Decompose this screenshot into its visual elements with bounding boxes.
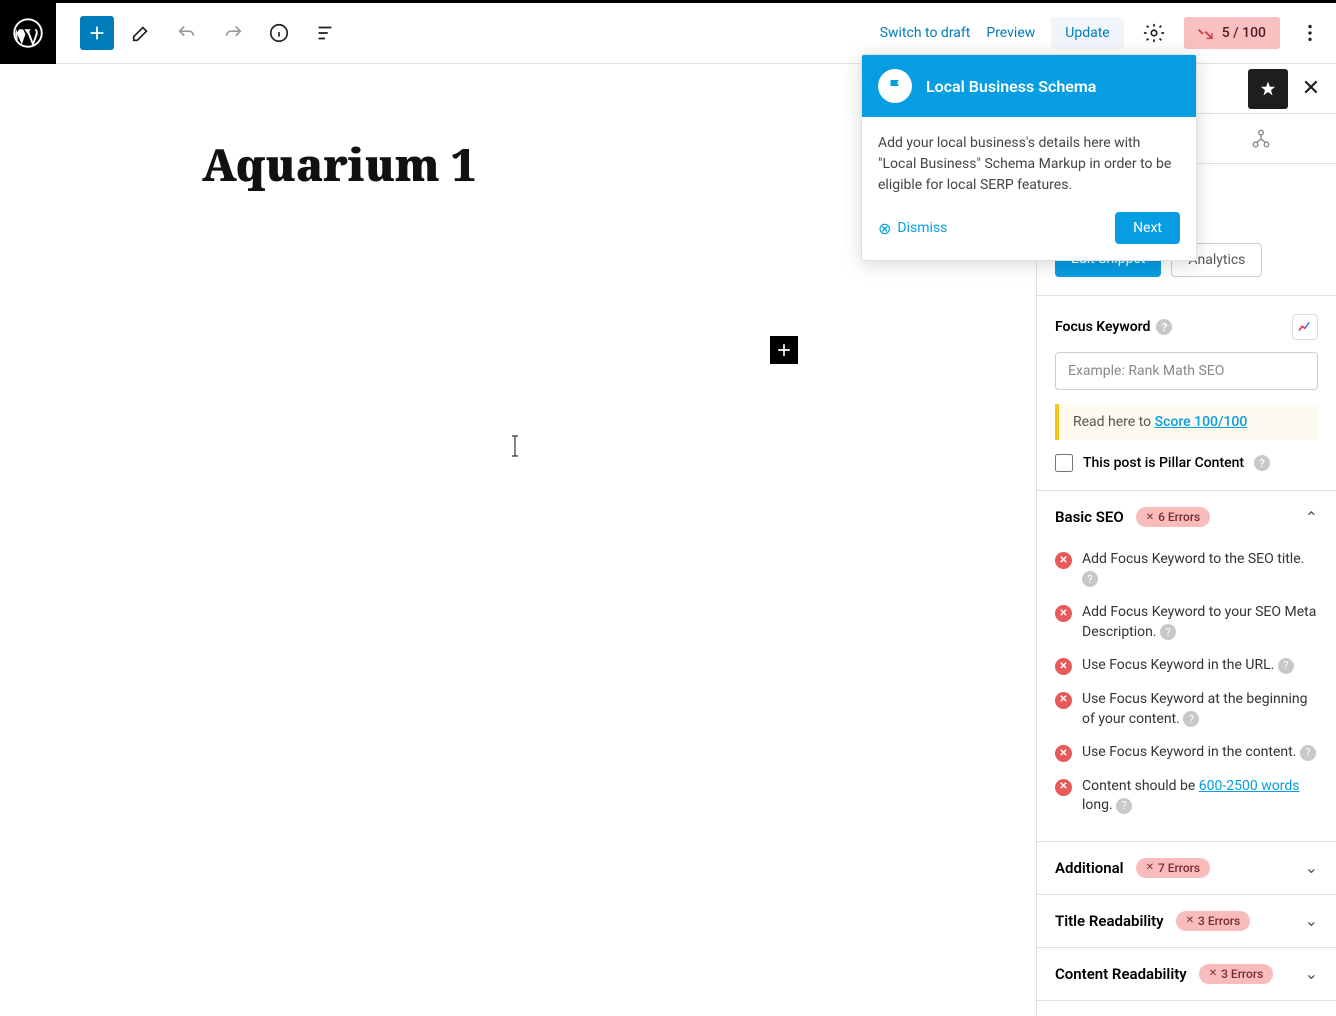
- pencil-icon: [130, 22, 152, 44]
- basic-seo-header[interactable]: Basic SEO 6 Errors ⌃: [1037, 491, 1336, 543]
- schema-popover: Local Business Schema Add your local bus…: [861, 54, 1197, 261]
- fail-icon: [1055, 779, 1072, 796]
- seo-check-item: Use Focus Keyword at the beginning of yo…: [1055, 683, 1318, 736]
- fail-icon: [1055, 745, 1072, 762]
- popover-footer: Dismiss Next: [862, 212, 1196, 260]
- pillar-checkbox[interactable]: [1055, 454, 1073, 472]
- rankmath-tab[interactable]: [1248, 69, 1288, 109]
- info-icon: [268, 22, 290, 44]
- error-badge: 3 Errors: [1176, 911, 1251, 931]
- additional-section: Additional 7 Errors ⌄: [1037, 842, 1336, 895]
- outline-icon: [314, 22, 336, 44]
- chevron-down-icon: ⌄: [1305, 964, 1318, 983]
- score-text: 5 / 100: [1222, 25, 1266, 41]
- flag-icon-container: [878, 69, 912, 103]
- dismiss-button[interactable]: Dismiss: [878, 219, 947, 238]
- preview-button[interactable]: Preview: [986, 25, 1035, 41]
- fail-icon: [1055, 692, 1072, 709]
- update-button[interactable]: Update: [1051, 17, 1123, 49]
- edit-tool[interactable]: [122, 14, 160, 52]
- error-badge: 3 Errors: [1199, 964, 1274, 984]
- trend-icon: [1297, 319, 1313, 335]
- section-title: Content Readability: [1055, 965, 1187, 983]
- fail-icon: [1055, 552, 1072, 569]
- help-icon[interactable]: ?: [1156, 319, 1172, 335]
- close-icon: ✕: [1302, 76, 1320, 101]
- focus-keyword-section: Focus Keyword ? Read here to Score 100/1…: [1037, 296, 1336, 491]
- popover-title: Local Business Schema: [926, 77, 1096, 96]
- flag-icon: [886, 77, 904, 95]
- error-badge: 6 Errors: [1136, 507, 1211, 527]
- content-readability-section: Content Readability 3 Errors ⌄: [1037, 948, 1336, 1001]
- wordpress-logo[interactable]: [0, 3, 56, 64]
- plus-icon: [774, 340, 794, 360]
- keyword-label: Focus Keyword ?: [1055, 319, 1172, 335]
- schema-icon: [1250, 128, 1272, 150]
- chevron-down-icon: ⌄: [1305, 911, 1318, 930]
- help-icon[interactable]: ?: [1254, 455, 1270, 471]
- word-count-link[interactable]: 600-2500 words: [1199, 778, 1300, 794]
- seo-checklist: Add Focus Keyword to the SEO title. ? Ad…: [1037, 543, 1336, 841]
- toolbar-right: Switch to draft Preview Update 5 / 100: [880, 17, 1336, 49]
- popover-header: Local Business Schema: [862, 55, 1196, 117]
- seo-check-item: Add Focus Keyword to your SEO Meta Descr…: [1055, 596, 1318, 649]
- content-readability-header[interactable]: Content Readability 3 Errors ⌄: [1037, 948, 1336, 1000]
- help-icon[interactable]: ?: [1116, 798, 1132, 814]
- chevron-up-icon: ⌃: [1305, 508, 1318, 527]
- seo-check-item: Content should be 600-2500 words long. ?: [1055, 770, 1318, 823]
- seo-check-item: Add Focus Keyword to the SEO title. ?: [1055, 543, 1318, 596]
- outline-button[interactable]: [306, 14, 344, 52]
- section-title: Additional: [1055, 859, 1124, 877]
- undo-button[interactable]: [168, 14, 206, 52]
- help-icon[interactable]: ?: [1183, 711, 1199, 727]
- focus-keyword-input[interactable]: [1055, 352, 1318, 390]
- undo-icon: [176, 22, 198, 44]
- toolbar-left: [56, 14, 344, 52]
- pillar-content-row[interactable]: This post is Pillar Content ?: [1055, 454, 1318, 472]
- score-tip-link[interactable]: Score 100/100: [1155, 414, 1248, 430]
- title-readability-header[interactable]: Title Readability 3 Errors ⌄: [1037, 895, 1336, 947]
- gear-icon: [1143, 22, 1165, 44]
- close-sidebar-button[interactable]: ✕: [1296, 74, 1326, 104]
- help-icon[interactable]: ?: [1300, 745, 1316, 761]
- section-title: Basic SEO: [1055, 508, 1124, 526]
- score-tip: Read here to Score 100/100: [1055, 404, 1318, 440]
- section-title: Title Readability: [1055, 912, 1164, 930]
- fail-icon: [1055, 658, 1072, 675]
- help-icon[interactable]: ?: [1082, 571, 1098, 587]
- popover-body: Add your local business's details here w…: [862, 117, 1196, 212]
- chart-down-icon: [1198, 26, 1214, 40]
- pillar-label: This post is Pillar Content: [1083, 455, 1244, 471]
- next-button[interactable]: Next: [1115, 212, 1180, 244]
- keyword-header: Focus Keyword ?: [1055, 314, 1318, 340]
- redo-icon: [222, 22, 244, 44]
- seo-check-item: Use Focus Keyword in the content. ?: [1055, 736, 1318, 770]
- help-icon[interactable]: ?: [1278, 658, 1294, 674]
- plus-icon: [86, 22, 108, 44]
- switch-draft-button[interactable]: Switch to draft: [880, 25, 971, 41]
- more-options-button[interactable]: [1296, 19, 1324, 47]
- settings-button[interactable]: [1140, 19, 1168, 47]
- dots-vertical-icon: [1299, 22, 1321, 44]
- error-badge: 7 Errors: [1136, 858, 1211, 878]
- title-readability-section: Title Readability 3 Errors ⌄: [1037, 895, 1336, 948]
- info-button[interactable]: [260, 14, 298, 52]
- nav-schema[interactable]: [1187, 114, 1336, 163]
- fail-icon: [1055, 605, 1072, 622]
- text-cursor: [510, 434, 512, 456]
- trends-button[interactable]: [1292, 314, 1318, 340]
- additional-header[interactable]: Additional 7 Errors ⌄: [1037, 842, 1336, 894]
- basic-seo-section: Basic SEO 6 Errors ⌃ Add Focus Keyword t…: [1037, 491, 1336, 842]
- inline-add-block-button[interactable]: [770, 336, 798, 364]
- star-icon: [1259, 80, 1277, 98]
- wordpress-icon: [13, 18, 43, 48]
- seo-check-item: Use Focus Keyword in the URL. ?: [1055, 649, 1318, 683]
- seo-score-badge[interactable]: 5 / 100: [1184, 17, 1280, 49]
- add-block-button[interactable]: [80, 16, 114, 50]
- chevron-down-icon: ⌄: [1305, 858, 1318, 877]
- help-icon[interactable]: ?: [1160, 624, 1176, 640]
- redo-button[interactable]: [214, 14, 252, 52]
